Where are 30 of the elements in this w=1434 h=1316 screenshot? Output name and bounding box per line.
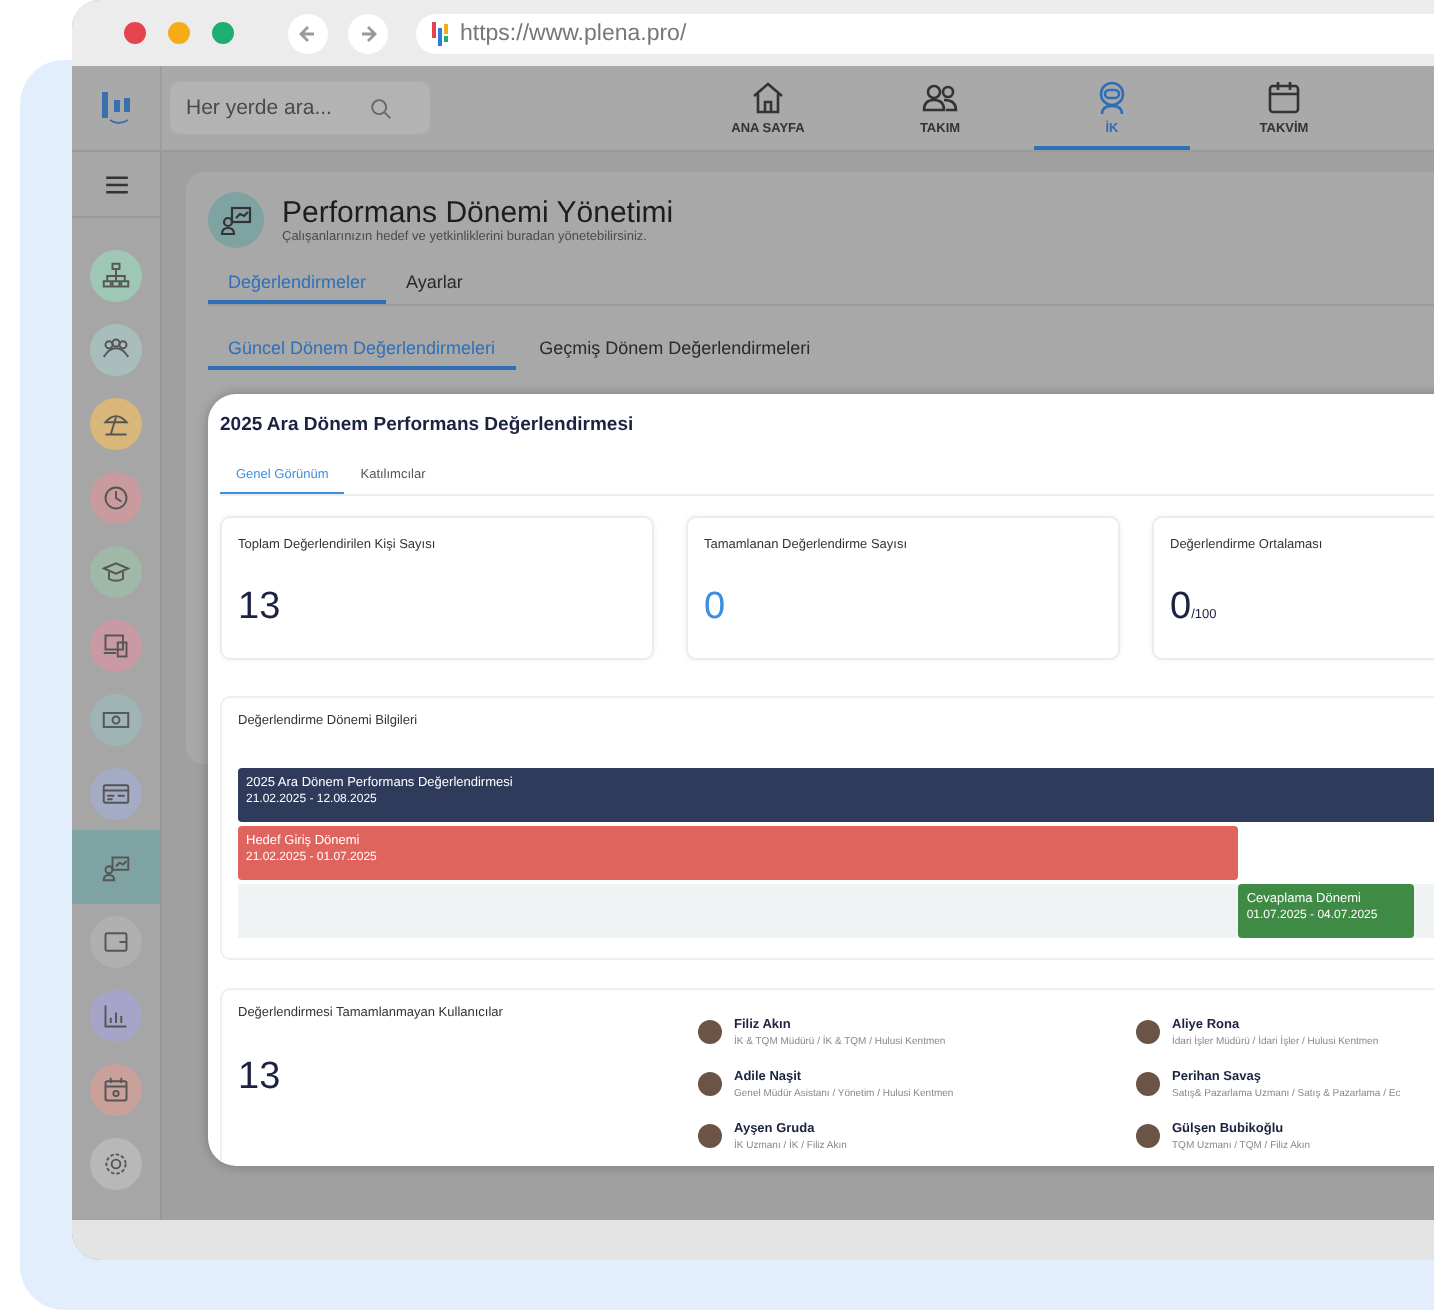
pending-count: 13 xyxy=(238,1056,283,1100)
logo-icon xyxy=(432,21,452,45)
home-icon xyxy=(748,77,788,117)
page-title: Performans Dönemi Yönetimi xyxy=(282,196,674,230)
minimize-dot-icon[interactable] xyxy=(168,22,190,44)
card-title: 2025 Ara Dönem Performans Değerlendirmesi xyxy=(220,414,636,436)
avatar xyxy=(1136,1020,1160,1044)
avatar xyxy=(698,1124,722,1148)
stat-value: 0 xyxy=(704,586,726,630)
search-field[interactable]: Her yerde ara... xyxy=(170,82,430,134)
close-dot-icon[interactable] xyxy=(124,22,146,44)
avatar xyxy=(698,1072,722,1096)
address-bar[interactable]: https://www.plena.pro/ xyxy=(416,13,1434,53)
stat-value: 0 xyxy=(1170,586,1192,630)
calendar-icon xyxy=(1264,77,1304,117)
forward-icon[interactable] xyxy=(348,13,388,53)
avatar xyxy=(1136,1124,1160,1148)
maximize-dot-icon[interactable] xyxy=(212,22,234,44)
tab[interactable]: Ayarlar xyxy=(386,264,483,304)
app-logo-icon[interactable] xyxy=(100,88,132,128)
menu-icon[interactable] xyxy=(105,175,127,193)
sidebar-item[interactable] xyxy=(72,830,160,904)
presentation-icon xyxy=(208,192,264,248)
avatar xyxy=(698,1020,722,1044)
stat-value: 13 xyxy=(238,586,281,630)
avatar xyxy=(1136,1072,1160,1096)
url-text: https://www.plena.pro/ xyxy=(460,21,687,45)
tab[interactable]: Geçmiş Dönem Değerlendirmeleri xyxy=(519,330,831,370)
search-icon xyxy=(370,98,392,120)
back-icon[interactable] xyxy=(288,13,328,53)
